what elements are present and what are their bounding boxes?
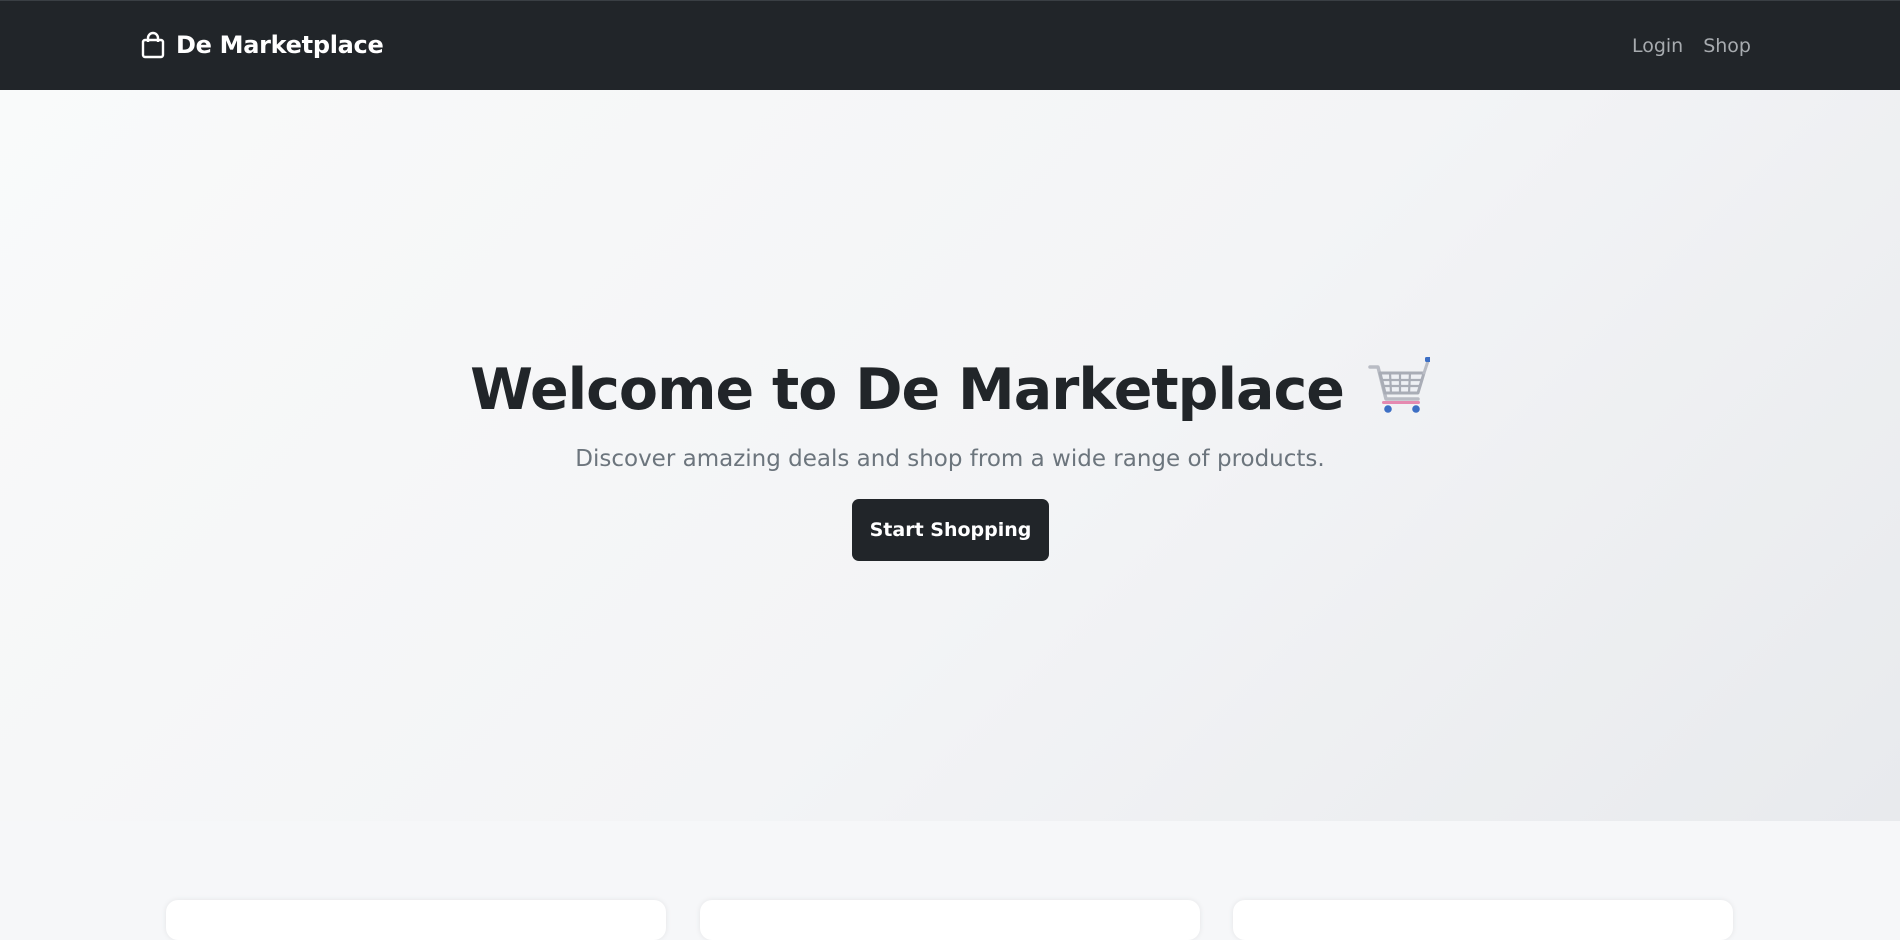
featured-cards-section xyxy=(0,821,1900,940)
hero-section: Welcome to De Marketplace Discover amazi… xyxy=(0,90,1900,821)
nav-links: Login Shop xyxy=(1632,35,1751,57)
start-shopping-button[interactable]: Start Shopping xyxy=(852,499,1049,561)
hero-title: Welcome to De Marketplace xyxy=(0,350,1900,430)
shopping-bag-icon xyxy=(140,31,166,59)
brand-name: De Marketplace xyxy=(176,31,384,59)
nav-link-shop[interactable]: Shop xyxy=(1703,35,1751,57)
product-card[interactable] xyxy=(700,900,1200,940)
brand-link[interactable]: De Marketplace xyxy=(140,31,384,59)
product-card[interactable] xyxy=(166,900,666,940)
navbar: De Marketplace Login Shop xyxy=(0,0,1900,90)
nav-link-login[interactable]: Login xyxy=(1632,35,1683,57)
shopping-cart-icon xyxy=(1366,355,1431,415)
hero-subtitle: Discover amazing deals and shop from a w… xyxy=(575,446,1325,472)
hero-title-text: Welcome to De Marketplace xyxy=(470,357,1345,423)
product-card[interactable] xyxy=(1233,900,1733,940)
